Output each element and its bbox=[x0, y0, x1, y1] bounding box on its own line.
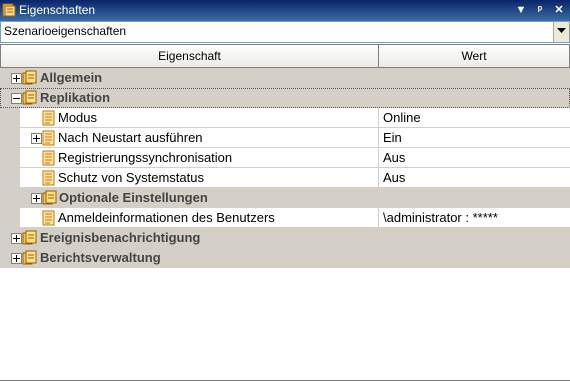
category-label: Berichtsverwaltung bbox=[40, 250, 161, 265]
expand-icon[interactable] bbox=[11, 253, 22, 264]
property-value-cell[interactable]: Aus bbox=[378, 168, 570, 188]
property-icon bbox=[42, 170, 55, 186]
panel-title: Eigenschaften bbox=[19, 3, 96, 17]
property-value: Ein bbox=[383, 130, 402, 145]
row-gutter bbox=[0, 208, 20, 228]
row-gutter bbox=[0, 148, 20, 168]
column-header-value[interactable]: Wert bbox=[378, 44, 570, 68]
properties-icon bbox=[2, 3, 16, 17]
category-icon bbox=[22, 250, 37, 265]
panel-menu-button[interactable]: ▼ bbox=[514, 3, 528, 17]
property-label: Modus bbox=[58, 110, 98, 125]
grid-header: Eigenschaft Wert bbox=[0, 44, 570, 68]
chevron-down-icon bbox=[557, 28, 566, 33]
subcategory-label: Optionale Einstellungen bbox=[59, 190, 208, 205]
subcategory-row[interactable]: Optionale Einstellungen bbox=[0, 188, 570, 208]
property-icon bbox=[42, 130, 55, 146]
category-icon bbox=[22, 70, 37, 85]
category-icon bbox=[22, 230, 37, 245]
property-label: Nach Neustart ausführen bbox=[58, 130, 203, 145]
category-label: Ereignisbenachrichtigung bbox=[40, 230, 201, 245]
expand-icon[interactable] bbox=[31, 193, 42, 204]
collapse-icon[interactable] bbox=[11, 93, 22, 104]
row-gutter bbox=[0, 168, 20, 188]
property-icon bbox=[42, 210, 55, 226]
property-value: Aus bbox=[383, 170, 406, 185]
property-icon bbox=[42, 150, 55, 166]
category-icon bbox=[22, 90, 37, 105]
property-icon bbox=[42, 110, 55, 126]
category-row[interactable]: Replikation bbox=[0, 88, 570, 108]
panel-title-bar: Eigenschaften ▼ ᵖ ✕ bbox=[0, 0, 570, 21]
panel-bottom-border bbox=[0, 380, 570, 381]
row-gutter bbox=[0, 108, 20, 128]
property-value-cell[interactable]: Ein bbox=[378, 128, 570, 148]
expand-icon[interactable] bbox=[11, 233, 22, 244]
property-value: Aus bbox=[383, 150, 406, 165]
property-value-cell[interactable]: Aus bbox=[378, 148, 570, 168]
property-label: Schutz von Systemstatus bbox=[58, 170, 204, 185]
row-gutter bbox=[0, 128, 20, 148]
column-header-property[interactable]: Eigenschaft bbox=[0, 44, 379, 68]
property-row[interactable]: Nach Neustart ausführen Ein bbox=[0, 128, 570, 148]
pin-icon[interactable]: ᵖ bbox=[533, 3, 547, 17]
property-row[interactable]: Anmeldeinformationen des Benutzers \admin… bbox=[0, 208, 570, 228]
property-row[interactable]: Modus Online bbox=[0, 108, 570, 128]
property-value: Online bbox=[383, 110, 421, 125]
category-icon bbox=[42, 190, 57, 205]
property-value-cell[interactable]: \administrator : ***** bbox=[378, 208, 570, 228]
close-button[interactable]: ✕ bbox=[552, 3, 566, 17]
property-label: Anmeldeinformationen des Benutzers bbox=[58, 210, 275, 225]
expand-icon[interactable] bbox=[11, 73, 22, 84]
category-row[interactable]: Allgemein bbox=[0, 68, 570, 88]
property-row[interactable]: Schutz von Systemstatus Aus bbox=[0, 168, 570, 188]
property-value: \administrator : ***** bbox=[383, 210, 498, 225]
property-label: Registrierungssynchronisation bbox=[58, 150, 233, 165]
category-row[interactable]: Berichtsverwaltung bbox=[0, 248, 570, 268]
category-label: Allgemein bbox=[40, 70, 103, 85]
category-row[interactable]: Ereignisbenachrichtigung bbox=[0, 228, 570, 248]
dropdown-button[interactable] bbox=[553, 22, 569, 42]
property-value-cell[interactable]: Online bbox=[378, 108, 570, 128]
property-row[interactable]: Registrierungssynchronisation Aus bbox=[0, 148, 570, 168]
scenario-selector-value: Szenarioeigenschaften bbox=[4, 24, 127, 38]
category-label: Replikation bbox=[40, 90, 111, 105]
scenario-selector[interactable]: Szenarioeigenschaften bbox=[0, 21, 570, 43]
